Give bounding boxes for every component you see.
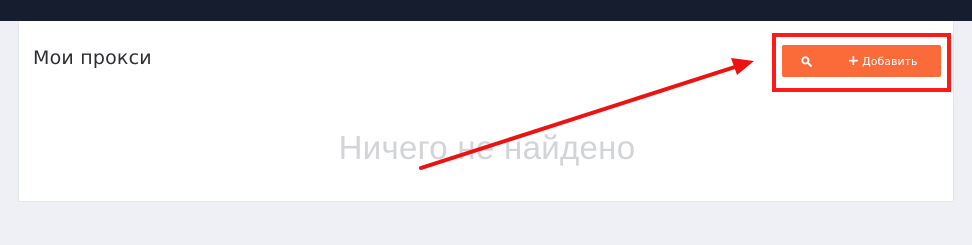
search-icon bbox=[800, 55, 812, 67]
toolbar-actions: + Добавить bbox=[782, 45, 941, 77]
empty-state-message: Ничего не найдено bbox=[338, 129, 636, 166]
add-proxy-button[interactable]: + Добавить bbox=[830, 45, 941, 77]
top-navigation-bar bbox=[0, 0, 972, 21]
proxies-panel: Мои прокси + Добавить Ничего не найдено bbox=[18, 21, 954, 202]
add-button-label: Добавить bbox=[862, 54, 918, 68]
plus-icon: + bbox=[847, 53, 860, 69]
search-button[interactable] bbox=[782, 45, 830, 77]
page-title: Мои прокси bbox=[33, 47, 152, 69]
